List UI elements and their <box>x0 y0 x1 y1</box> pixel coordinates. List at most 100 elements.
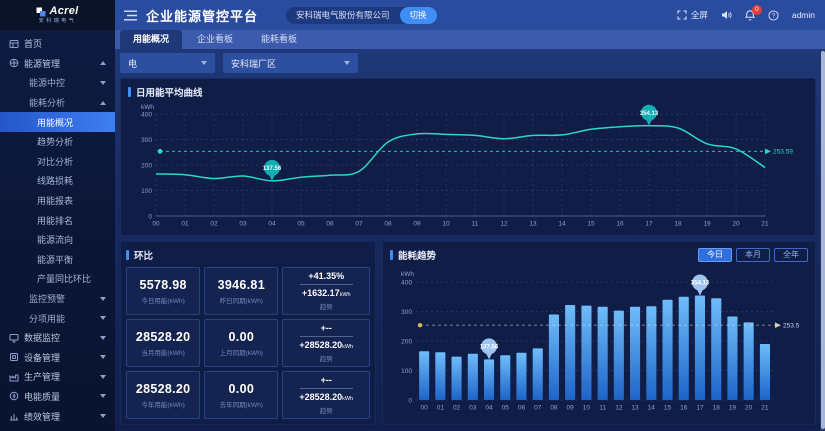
chevron-down-icon <box>344 61 350 65</box>
scrollbar[interactable] <box>820 49 825 431</box>
svg-text:07: 07 <box>534 405 542 412</box>
bar[interactable] <box>663 300 673 400</box>
caret-down-icon <box>100 355 106 359</box>
chart-marker: 354.13 <box>640 105 659 126</box>
sidebar-item-3[interactable]: 能耗分析 <box>0 93 115 113</box>
range-button-0[interactable]: 今日 <box>698 248 732 262</box>
series-line <box>156 126 765 181</box>
ring-comparison-panel: 环比 5578.98今日用能(kWh)3946.81昨日同期(kWh)+41.3… <box>120 241 376 425</box>
sidebar-item-label: 用能概况 <box>37 116 106 129</box>
sidebar-item-8[interactable]: 用能报表 <box>0 191 115 211</box>
announcement-button[interactable] <box>721 10 732 20</box>
svg-text:kWh: kWh <box>141 104 154 111</box>
bar[interactable] <box>744 322 754 400</box>
svg-text:01: 01 <box>437 405 445 412</box>
caret-down-icon <box>100 375 106 379</box>
sidebar-item-10[interactable]: 能源流向 <box>0 230 115 250</box>
svg-text:137.56: 137.56 <box>480 345 499 351</box>
area-select[interactable]: 安科瑞厂区 <box>223 53 358 73</box>
ring-caption: 当月用能(kWh) <box>141 347 184 357</box>
caret-down-icon <box>100 297 106 301</box>
sidebar-item-16[interactable]: 设备管理 <box>0 348 115 368</box>
bar[interactable] <box>695 296 705 401</box>
hamburger-icon[interactable] <box>124 10 137 21</box>
caret-down-icon <box>100 336 106 340</box>
tab-0[interactable]: 用能概况 <box>120 30 182 49</box>
sidebar-item-18[interactable]: 电能质量 <box>0 387 115 407</box>
bar[interactable] <box>614 311 624 400</box>
bar[interactable] <box>549 315 559 401</box>
sidebar-item-19[interactable]: 绩效管理 <box>0 406 115 426</box>
bar[interactable] <box>581 306 591 400</box>
svg-text:17: 17 <box>696 405 704 412</box>
trend-delta: +28528.20kWh <box>299 340 353 350</box>
sidebar-item-17[interactable]: 生产管理 <box>0 367 115 387</box>
fullscreen-button[interactable]: 全屏 <box>677 9 708 21</box>
sidebar-item-7[interactable]: 线路损耗 <box>0 171 115 191</box>
bar[interactable] <box>468 354 478 400</box>
bar[interactable] <box>516 353 526 400</box>
fullscreen-icon <box>677 10 687 20</box>
energy-type-select[interactable]: 电 <box>120 53 215 73</box>
bar[interactable] <box>500 355 510 400</box>
sidebar-item-5[interactable]: 趋势分析 <box>0 132 115 152</box>
bar[interactable] <box>598 307 608 400</box>
svg-text:21: 21 <box>761 405 769 412</box>
trend-delta: +28528.20kWh <box>299 392 353 402</box>
sidebar-item-11[interactable]: 能源平衡 <box>0 250 115 270</box>
app-window: Acrel 安科瑞电气 首页能源管理能源中控能耗分析用能概况趋势分析对比分析线路… <box>0 0 825 431</box>
bar[interactable] <box>727 317 737 401</box>
notifications-button[interactable]: 0 <box>745 10 755 21</box>
sidebar-item-label: 线路损耗 <box>37 174 106 187</box>
svg-text:08: 08 <box>550 405 558 412</box>
bottom-row: 环比 5578.98今日用能(kWh)3946.81昨日同期(kWh)+41.3… <box>120 241 816 425</box>
caret-down-icon <box>100 81 106 85</box>
ring-value: 0.00 <box>229 330 255 344</box>
sidebar-item-1[interactable]: 能源管理 <box>0 54 115 74</box>
speaker-icon <box>721 10 732 20</box>
bar[interactable] <box>711 298 721 400</box>
sidebar-item-0[interactable]: 首页 <box>0 34 115 54</box>
tab-1[interactable]: 企业看板 <box>184 30 246 49</box>
username[interactable]: admin <box>792 10 815 20</box>
caret-down-icon <box>100 316 106 320</box>
bar[interactable] <box>533 348 543 400</box>
bar[interactable] <box>646 306 656 400</box>
sidebar-item-6[interactable]: 对比分析 <box>0 152 115 172</box>
bar[interactable] <box>760 344 770 400</box>
sidebar-menu: 首页能源管理能源中控能耗分析用能概况趋势分析对比分析线路损耗用能报表用能排名能源… <box>0 30 115 431</box>
bar[interactable] <box>679 297 689 400</box>
svg-text:kWh: kWh <box>401 271 414 278</box>
energy-icon <box>9 58 19 68</box>
bar[interactable] <box>630 307 640 400</box>
svg-text:137.56: 137.56 <box>263 166 282 172</box>
tab-2[interactable]: 能耗看板 <box>248 30 310 49</box>
sidebar-item-9[interactable]: 用能排名 <box>0 210 115 230</box>
gridlines <box>156 114 765 216</box>
bar[interactable] <box>484 359 494 400</box>
sidebar-item-14[interactable]: 分项用能 <box>0 308 115 328</box>
trend-percent: +-- <box>300 323 353 337</box>
switch-company-button[interactable]: 切换 <box>400 7 437 24</box>
sidebar-item-12[interactable]: 产量同比环比 <box>0 269 115 289</box>
sidebar-item-4[interactable]: 用能概况 <box>0 112 115 132</box>
ring-caption: 今日用能(kWh) <box>141 295 184 305</box>
sidebar-item-15[interactable]: 数据监控 <box>0 328 115 348</box>
caret-up-icon <box>100 101 106 105</box>
bar[interactable] <box>452 357 462 400</box>
range-button-1[interactable]: 本月 <box>736 248 770 262</box>
scrollbar-thumb[interactable] <box>821 51 825 429</box>
sidebar-item-13[interactable]: 监控预警 <box>0 289 115 309</box>
svg-text:300: 300 <box>141 137 152 144</box>
help-button[interactable]: ? <box>768 10 779 21</box>
range-button-2[interactable]: 全年 <box>774 248 808 262</box>
performance-icon <box>9 411 19 421</box>
sidebar-item-2[interactable]: 能源中控 <box>0 73 115 93</box>
trend-percent: +-- <box>300 375 353 389</box>
bar[interactable] <box>419 351 429 400</box>
average-line: 253.59 <box>158 149 794 156</box>
bar[interactable] <box>565 305 575 400</box>
sidebar-item-label: 能源中控 <box>29 76 100 89</box>
title-accent-bar <box>126 250 129 260</box>
bar[interactable] <box>435 352 445 400</box>
